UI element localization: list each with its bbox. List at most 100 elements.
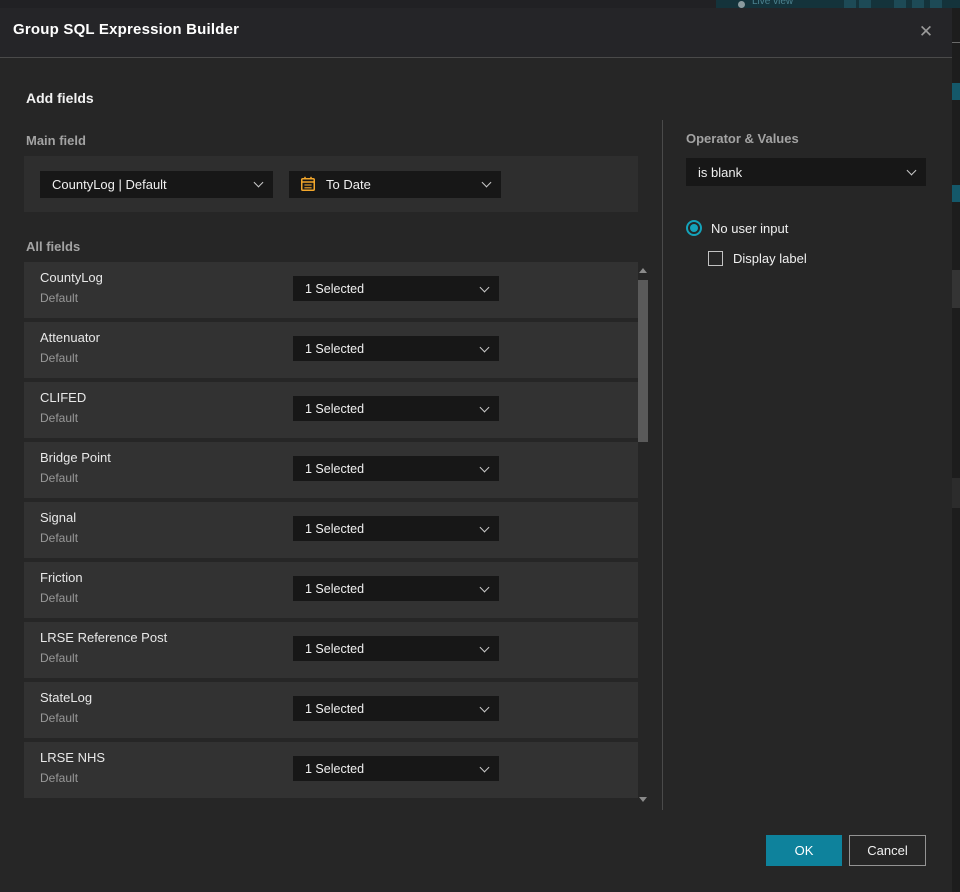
radio-icon <box>686 220 702 236</box>
chevron-down-icon <box>479 462 490 472</box>
chevron-down-icon <box>253 177 264 188</box>
calendar-icon <box>300 176 316 192</box>
field-selected-dropdown[interactable]: 1 Selected <box>293 276 499 301</box>
add-fields-heading: Add fields <box>26 90 94 106</box>
main-field-label: Main field <box>26 133 86 148</box>
field-selected-dropdown[interactable]: 1 Selected <box>293 336 499 361</box>
toolbar-button-icon <box>859 0 871 8</box>
field-selected-dropdown[interactable]: 1 Selected <box>293 516 499 541</box>
chevron-down-icon <box>479 762 490 772</box>
dialog-header: Group SQL Expression Builder ✕ <box>0 8 952 57</box>
group-sql-expression-builder-dialog: Group SQL Expression Builder ✕ Add field… <box>0 8 952 892</box>
operator-value: is blank <box>698 164 743 180</box>
radio-dot-icon <box>690 224 698 232</box>
panel-divider <box>662 120 663 810</box>
checkbox-icon <box>708 251 723 266</box>
header-separator <box>0 57 952 58</box>
live-view-panel: Live view <box>716 0 960 8</box>
field-row: CLIFED Default 1 Selected <box>24 382 638 438</box>
scrollbar-up-icon[interactable] <box>639 268 647 273</box>
field-selected-value: 1 Selected <box>305 341 365 356</box>
background-block <box>952 270 960 308</box>
field-subtitle: Default <box>40 531 79 545</box>
main-field-type-select[interactable]: To Date <box>289 170 501 198</box>
chevron-down-icon <box>481 177 492 188</box>
field-subtitle: Default <box>40 651 79 665</box>
field-selected-value: 1 Selected <box>305 581 365 596</box>
field-name: Friction <box>40 570 83 585</box>
background-accent-block <box>952 185 960 202</box>
live-view-label: Live view <box>752 0 794 7</box>
field-subtitle: Default <box>40 411 79 425</box>
field-selected-dropdown[interactable]: 1 Selected <box>293 756 499 781</box>
cancel-button[interactable]: Cancel <box>849 835 926 866</box>
display-label-label: Display label <box>733 251 807 266</box>
background-accent-block <box>952 83 960 100</box>
field-selected-value: 1 Selected <box>305 701 365 716</box>
chevron-down-icon <box>479 402 490 412</box>
field-selected-dropdown[interactable]: 1 Selected <box>293 576 499 601</box>
field-row: Friction Default 1 Selected <box>24 562 638 618</box>
field-name: CLIFED <box>40 390 87 405</box>
field-row: LRSE Reference Post Default 1 Selected <box>24 622 638 678</box>
close-icon[interactable]: ✕ <box>912 18 940 46</box>
chevron-down-icon <box>479 702 490 712</box>
field-name: CountyLog <box>40 270 103 285</box>
all-fields-list: CountyLog Default 1 Selected Attenuator … <box>24 262 638 802</box>
toolbar-button-icon <box>844 0 856 8</box>
field-subtitle: Default <box>40 351 79 365</box>
toolbar-button-icon <box>894 0 906 8</box>
background-divider <box>952 42 960 43</box>
toolbar-button-icon <box>912 0 924 8</box>
ok-button[interactable]: OK <box>766 835 842 866</box>
all-fields-label: All fields <box>26 239 81 254</box>
field-row: StateLog Default 1 Selected <box>24 682 638 738</box>
field-row: Attenuator Default 1 Selected <box>24 322 638 378</box>
field-selected-dropdown[interactable]: 1 Selected <box>293 696 499 721</box>
operator-values-label: Operator & Values <box>686 131 799 146</box>
field-selected-value: 1 Selected <box>305 281 365 296</box>
field-subtitle: Default <box>40 471 79 485</box>
main-field-source-value: CountyLog | Default <box>52 176 167 192</box>
field-selected-value: 1 Selected <box>305 761 365 776</box>
field-selected-dropdown[interactable]: 1 Selected <box>293 456 499 481</box>
field-subtitle: Default <box>40 771 79 785</box>
operator-select[interactable]: is blank <box>686 158 926 186</box>
field-selected-value: 1 Selected <box>305 461 365 476</box>
field-selected-value: 1 Selected <box>305 641 365 656</box>
field-row: Bridge Point Default 1 Selected <box>24 442 638 498</box>
field-subtitle: Default <box>40 711 79 725</box>
scrollbar-down-icon[interactable] <box>639 797 647 802</box>
no-user-input-label: No user input <box>711 220 789 236</box>
field-name: LRSE Reference Post <box>40 630 168 645</box>
field-selected-dropdown[interactable]: 1 Selected <box>293 396 499 421</box>
fields-list-scrollbar <box>636 262 651 802</box>
toolbar-button-icon <box>930 0 942 8</box>
main-field-type-value: To Date <box>326 176 371 192</box>
main-field-box: CountyLog | Default To Date <box>24 156 638 212</box>
field-selected-dropdown[interactable]: 1 Selected <box>293 636 499 661</box>
field-subtitle: Default <box>40 591 79 605</box>
chevron-down-icon <box>479 282 490 292</box>
field-name: LRSE NHS <box>40 750 106 765</box>
field-row: Signal Default 1 Selected <box>24 502 638 558</box>
chevron-down-icon <box>479 582 490 592</box>
main-field-source-select[interactable]: CountyLog | Default <box>40 170 273 198</box>
field-name: Signal <box>40 510 77 525</box>
chevron-down-icon <box>479 522 490 532</box>
field-row: CountyLog Default 1 Selected <box>24 262 638 318</box>
chevron-down-icon <box>479 342 490 352</box>
field-name: Bridge Point <box>40 450 111 465</box>
field-row: LRSE NHS Default 1 Selected <box>24 742 638 798</box>
no-user-input-radio[interactable]: No user input <box>686 220 788 236</box>
scrollbar-thumb[interactable] <box>638 280 648 442</box>
background-right-strip <box>952 8 960 892</box>
chevron-down-icon <box>479 642 490 652</box>
field-subtitle: Default <box>40 291 79 305</box>
field-selected-value: 1 Selected <box>305 401 365 416</box>
display-label-checkbox[interactable]: Display label <box>708 251 807 266</box>
background-top-strip: Live view <box>0 0 960 8</box>
field-name: Attenuator <box>40 330 100 345</box>
field-name: StateLog <box>40 690 93 705</box>
background-block <box>952 478 960 508</box>
